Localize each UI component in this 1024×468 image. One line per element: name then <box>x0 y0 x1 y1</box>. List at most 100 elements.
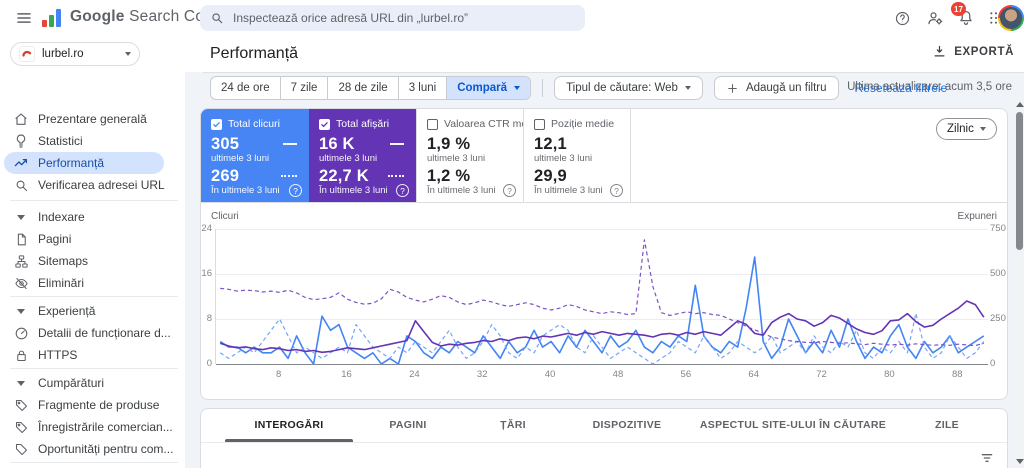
chart-line-right-dashed <box>220 239 984 347</box>
sidebar-item-sitemaps[interactable]: Sitemaps <box>0 250 185 272</box>
chevron-down-icon <box>979 127 986 131</box>
tag-outline-icon <box>13 441 29 457</box>
sidebar-section-cumparaturi[interactable]: Cumpărături <box>0 372 185 394</box>
sidebar-item-fragmente-de-produse[interactable]: Fragmente de produse <box>0 394 185 416</box>
sidebar-section-title: Cumpărături <box>38 376 105 390</box>
checkbox-checked-icon[interactable] <box>319 118 330 130</box>
sidebar-section-experienta[interactable]: Experiență <box>0 300 185 322</box>
filter-icon[interactable] <box>979 450 997 466</box>
performance-chart-icon <box>13 155 29 171</box>
avatar-photo <box>1000 7 1022 29</box>
checkbox-checked-icon[interactable] <box>211 118 222 130</box>
speed-gauge-icon <box>13 325 29 341</box>
sidebar-item-performanta[interactable]: Performanță <box>4 152 164 174</box>
metric-card-average-position[interactable]: Poziție medie 12,1 ultimele 3 luni 29,9 … <box>523 109 631 202</box>
axis-tick-label: 24 <box>201 223 212 234</box>
tabs-divider <box>201 442 1007 443</box>
granularity-label: Zilnic <box>947 123 974 135</box>
user-settings-icon[interactable] <box>925 8 945 28</box>
sidebar-item-label: Fragmente de produse <box>38 398 160 412</box>
sidebar-item-prezentare-generala[interactable]: Prezentare generală <box>0 108 185 130</box>
metric-card-total-clicks[interactable]: Total clicuri 305 ultimele 3 luni 269 În… <box>201 109 309 202</box>
axis-tick-label: 0 <box>206 358 212 369</box>
right-axis-title: Expuneri <box>957 211 997 222</box>
chevron-down-icon <box>13 380 29 386</box>
dimensions-tabs-panel: INTEROGĂRI PAGINI ȚĂRI DISPOZITIVE ASPEC… <box>200 408 1008 468</box>
date-range-28d[interactable]: 28 de zile <box>328 77 399 99</box>
hamburger-menu-icon[interactable] <box>12 6 36 30</box>
property-favicon <box>19 46 35 62</box>
checkbox-unchecked-icon[interactable] <box>534 118 545 130</box>
scrollbar-thumb[interactable] <box>1016 112 1023 250</box>
metric-cards-row: Total clicuri 305 ultimele 3 luni 269 În… <box>201 109 1007 203</box>
sidebar-section-indexare[interactable]: Indexare <box>0 206 185 228</box>
date-range-24h[interactable]: 24 de ore <box>211 77 281 99</box>
chevron-down-icon <box>125 52 131 56</box>
sitemap-icon <box>13 253 29 269</box>
metric-card-average-ctr[interactable]: Valoarea CTR medie 1,9 % ultimele 3 luni… <box>416 109 523 202</box>
metric-value-current: 1,9 % <box>427 135 471 153</box>
tab-dispozitive[interactable]: DISPOZITIVE <box>593 409 662 442</box>
sidebar-item-label: Detalii de funcționare d... <box>38 326 171 340</box>
checkbox-unchecked-icon[interactable] <box>427 118 438 130</box>
granularity-dropdown[interactable]: Zilnic <box>936 118 997 140</box>
sidebar-item-label: Prezentare generală <box>38 112 147 126</box>
sidebar-section-title: Indexare <box>38 210 85 224</box>
sidebar-item-pagini[interactable]: Pagini <box>0 228 185 250</box>
date-range-7d[interactable]: 7 zile <box>281 77 329 99</box>
sidebar-item-label: HTTPS <box>38 348 78 362</box>
logo-bar-blue <box>56 9 61 27</box>
compare-dropdown[interactable]: Compară <box>447 77 531 99</box>
sidebar-item-statistici[interactable]: Statistici <box>0 130 185 152</box>
search-placeholder: Inspectează orice adresă URL din „lurbel… <box>233 11 469 25</box>
help-icon[interactable]: ? <box>289 184 302 197</box>
tab-pagini[interactable]: PAGINI <box>389 409 426 442</box>
search-console-logo-icon[interactable] <box>42 7 61 27</box>
sidebar-item-inregistrarile-comerciantilor[interactable]: Înregistrările comercian... <box>0 416 185 438</box>
search-icon <box>212 13 223 24</box>
eye-off-icon <box>13 275 29 291</box>
sidebar-divider <box>10 296 178 297</box>
help-icon[interactable] <box>892 8 912 28</box>
tab-tari[interactable]: ȚĂRI <box>500 409 526 442</box>
tab-aspectul-site-ului[interactable]: ASPECTUL SITE-ULUI ÎN CĂUTARE <box>700 409 886 442</box>
scrollbar-up-arrow[interactable] <box>1016 102 1024 107</box>
sidebar-item-verificarea-adresei-url[interactable]: Verificarea adresei URL <box>0 174 185 196</box>
sidebar-item-label: Oportunități pentru com... <box>38 442 174 456</box>
export-button[interactable]: EXPORTĂ <box>932 44 1014 59</box>
chevron-down-icon <box>514 86 521 90</box>
home-icon <box>13 111 29 127</box>
sidebar-item-eliminari[interactable]: Eliminări <box>0 272 185 294</box>
date-range-3m[interactable]: 3 luni <box>399 77 448 99</box>
help-icon[interactable]: ? <box>503 184 516 197</box>
axis-tick-label: 250 <box>990 313 1006 324</box>
url-inspection-search-input[interactable]: Inspectează orice adresă URL din „lurbel… <box>200 5 585 31</box>
property-selector[interactable]: lurbel.ro <box>10 42 140 66</box>
sidebar-item-label: Verificarea adresei URL <box>38 178 165 192</box>
x-tick-label: 32 <box>476 369 488 380</box>
chart-plot-area[interactable] <box>215 229 988 365</box>
filter-bar: 24 de ore 7 zile 28 de zile 3 luni Compa… <box>210 76 947 100</box>
solid-line-icon <box>283 143 297 145</box>
tab-interogari[interactable]: INTEROGĂRI <box>255 409 324 442</box>
avatar[interactable] <box>998 5 1024 31</box>
sidebar-item-https[interactable]: HTTPS <box>0 344 185 366</box>
scrollbar-down-arrow[interactable] <box>1016 459 1024 464</box>
tag-icon <box>13 419 29 435</box>
left-axis-title: Clicuri <box>211 211 239 222</box>
help-icon[interactable]: ? <box>610 184 623 197</box>
sidebar-item-oportunitati-pentru-comercianti[interactable]: Oportunități pentru com... <box>0 438 185 460</box>
metric-value-previous: 29,9 <box>534 167 567 185</box>
metric-card-title: Poziție medie <box>551 118 615 130</box>
sidebar-item-detalii-functionare[interactable]: Detalii de funcționare d... <box>0 322 185 344</box>
performance-chart: Clicuri Expuneri 24 16 8 0 750 500 250 0 8 16 24… <box>201 203 1007 400</box>
dashed-line-icon <box>281 175 297 177</box>
search-type-chip[interactable]: Tipul de căutare: Web <box>554 76 703 100</box>
download-icon <box>934 45 945 57</box>
sidebar-item-label: Sitemaps <box>38 254 89 268</box>
add-filter-chip[interactable]: Adaugă un filtru <box>713 76 839 100</box>
tab-zile[interactable]: ZILE <box>935 409 959 442</box>
help-icon[interactable]: ? <box>396 184 409 197</box>
metric-card-total-impressions[interactable]: Total afișări 16 K ultimele 3 luni 22,7 … <box>309 109 416 202</box>
metric-label-current: ultimele 3 luni <box>211 153 270 164</box>
